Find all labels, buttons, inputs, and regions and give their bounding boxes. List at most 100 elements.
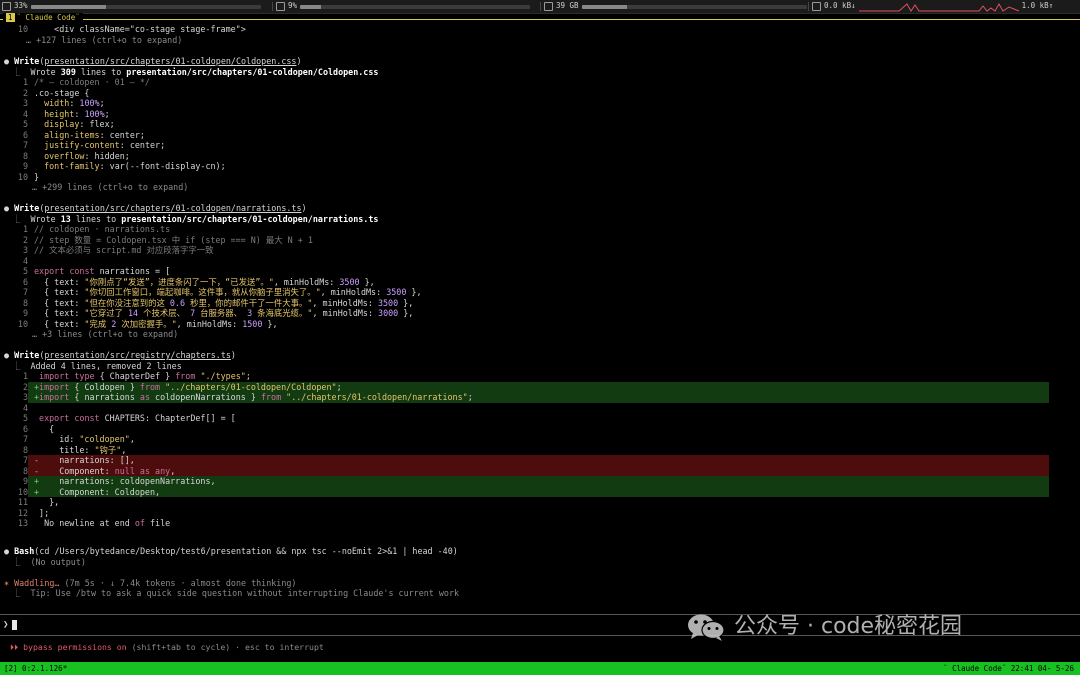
disk-icon [544, 2, 553, 11]
cpu-value: 33% [14, 1, 28, 11]
line-number: 7 [22, 434, 28, 444]
code-line: 6 { text: "你刚点了“发送”，进度条闪了一下，“已发送”。", min… [4, 277, 375, 288]
diff-removed-line: 7- narrations: [], [4, 455, 135, 466]
line-number: 8 [22, 465, 28, 476]
code-line: 10} [4, 172, 39, 183]
code-text: narrations: [], [39, 455, 135, 465]
line-number: 1 [22, 224, 28, 234]
bullet-icon: ● [4, 546, 10, 556]
permissions-status[interactable]: ⏵⏵ bypass permissions on (shift+tab to c… [10, 642, 324, 653]
cpu-icon [2, 2, 11, 11]
summary-text: Wrote [30, 66, 61, 77]
code-line: 2 // step 数量 = Coldopen.tsx 中 if (step ==… [4, 235, 313, 246]
code-line: 7 justify-content: center; [4, 140, 165, 151]
line-number: 9 [22, 308, 28, 318]
line-number: 3 [22, 98, 28, 108]
line-number: 9 [22, 476, 28, 486]
code-text: height: 100%; [44, 108, 110, 119]
bullet-icon: ● [4, 56, 10, 66]
system-status-bar: 33% 9% 39 GB 0.0 kB↓ 1.0 kB↑ [0, 0, 1080, 14]
cpu-bar-fill [30, 4, 107, 9]
pane-title-text: ¨ Claude Code¨ [16, 13, 80, 22]
prompt-icon: ❯ [3, 620, 9, 630]
line-count: 309 [60, 66, 76, 77]
tool-name: Write [14, 350, 40, 360]
tool-result-summary: ⎿ Added 4 lines, removed 2 lines [12, 360, 182, 371]
line-number: 3 [22, 245, 28, 255]
wechat-logo-icon [688, 614, 725, 641]
code-line: 5 export const narrations = [ [4, 266, 170, 277]
tool-name: Bash [14, 546, 35, 556]
code-line: 3 // 文本必须与 script.md 对应段落字字一致 [4, 245, 214, 256]
memory-icon [276, 2, 285, 11]
diff-context-line: 12 ]; [4, 508, 49, 519]
code-line: 9 { text: "它穿过了 14 个技术层、 7 台服务器、 3 条海底光缆… [4, 308, 413, 319]
pane-title-rule [0, 19, 1080, 20]
code-text: No newline at end of file [39, 518, 171, 528]
code-text: { text: "它穿过了 14 个技术层、 7 台服务器、 3 条海底光缆。"… [34, 308, 414, 318]
code-text: narrations: coldopenNarrations, [39, 476, 216, 486]
bullet-icon: ● [4, 203, 10, 213]
diff-context-line: 5 export const CHAPTERS: ChapterDef[] = … [4, 413, 236, 424]
line-number: 8 [22, 444, 28, 455]
tmux-status-bar: [2] 0:2.1.126* ¨ Claude Code¨ 22:41 04- … [0, 662, 1080, 675]
line-number: 13 [17, 518, 28, 528]
line-number: 1 [22, 371, 28, 381]
expand-hint[interactable]: … +127 lines (ctrl+o to expand) [26, 35, 182, 46]
line-count: 13 [60, 213, 71, 224]
line-number: 5 [22, 413, 28, 423]
diff-removed-line: 8- Component: null as any, [4, 466, 175, 477]
diff-context-line: 6 { [4, 424, 54, 435]
cpu-meter: 33% [2, 0, 261, 13]
thinking-meta: (7m 5s · ↓ 7.4k tokens · almost done thi… [59, 577, 297, 588]
bullet-icon: ● [4, 350, 10, 360]
code-line: 7 { text: "你切回工作窗口，端起咖啡。这件事，就从你脑子里消失了。",… [4, 287, 422, 298]
line-number: 4 [22, 108, 28, 119]
memory-bar [300, 4, 531, 9]
file-path: presentation/src/chapters/01-coldopen/Co… [126, 66, 379, 77]
diff-context-line: 11 }, [4, 497, 59, 508]
fast-forward-icon: ⏵⏵ [10, 642, 19, 652]
disk-bar-fill [581, 4, 627, 9]
code-text: ]; [39, 507, 50, 518]
code-text: id: "coldopen", [39, 434, 135, 444]
diff-context-line: 1 import type { ChapterDef } from "./typ… [4, 371, 251, 382]
code-text: { text: "你刚点了“发送”，进度条闪了一下，“已发送”。", minHo… [34, 276, 375, 287]
input-cursor[interactable] [12, 620, 17, 630]
permissions-mode: bypass permissions on [18, 642, 127, 652]
code-text: align-items: center; [44, 129, 145, 140]
tool-call-write-registry: ● Write(presentation/src/registry/chapte… [4, 350, 236, 360]
code-line: 4 height: 100%; [4, 109, 110, 120]
code-text: Component: null as any, [39, 465, 176, 476]
line-number: 10 [17, 171, 28, 182]
line-number: 5 [22, 266, 28, 276]
disk-bar [581, 4, 807, 9]
tool-name: Write [14, 203, 40, 213]
session-window-label[interactable]: [2] 0:2.1.126* [4, 662, 67, 675]
disk-meter: 39 GB [544, 0, 807, 13]
code-text: export const narrations = [ [34, 266, 171, 276]
diff-context-line: 8 title: "钩子", [4, 445, 126, 456]
memory-bar-fill [300, 4, 321, 9]
file-path: presentation/src/chapters/01-coldopen/na… [121, 213, 379, 224]
disk-value: 39 GB [556, 1, 579, 11]
tip-text: Tip: Use /btw to ask a quick side questi… [30, 588, 460, 598]
watermark: 公众号 · code秘密花园 [686, 612, 962, 642]
network-down-value: 0.0 kB↓ [824, 1, 856, 11]
line-number: 7 [22, 140, 28, 150]
diff-context-line: 7 id: "coldopen", [4, 434, 135, 445]
expand-hint[interactable]: … +299 lines (ctrl+o to expand) [32, 182, 188, 193]
pane-number: 1 [6, 13, 15, 22]
diff-summary: Added 4 lines, removed 2 lines [30, 360, 182, 371]
code-text: /* — coldopen · 01 — */ [34, 77, 150, 87]
tip-line: ⎿ Tip: Use /btw to ask a quick side ques… [12, 588, 460, 598]
memory-value: 9% [288, 1, 298, 11]
diff-context-line: 13 No newline at end of file [4, 518, 170, 529]
tool-arg: presentation/src/registry/chapters.ts [44, 350, 231, 360]
line-number: 4 [22, 255, 28, 266]
tool-arg: presentation/src/chapters/01-coldopen/na… [44, 203, 302, 213]
session-info: ¨ Claude Code¨ 22:41 04- 5-26 [943, 664, 1074, 673]
line-number: 10 [17, 486, 28, 497]
expand-hint[interactable]: … +3 lines (ctrl+o to expand) [32, 329, 178, 340]
divider [808, 2, 809, 11]
